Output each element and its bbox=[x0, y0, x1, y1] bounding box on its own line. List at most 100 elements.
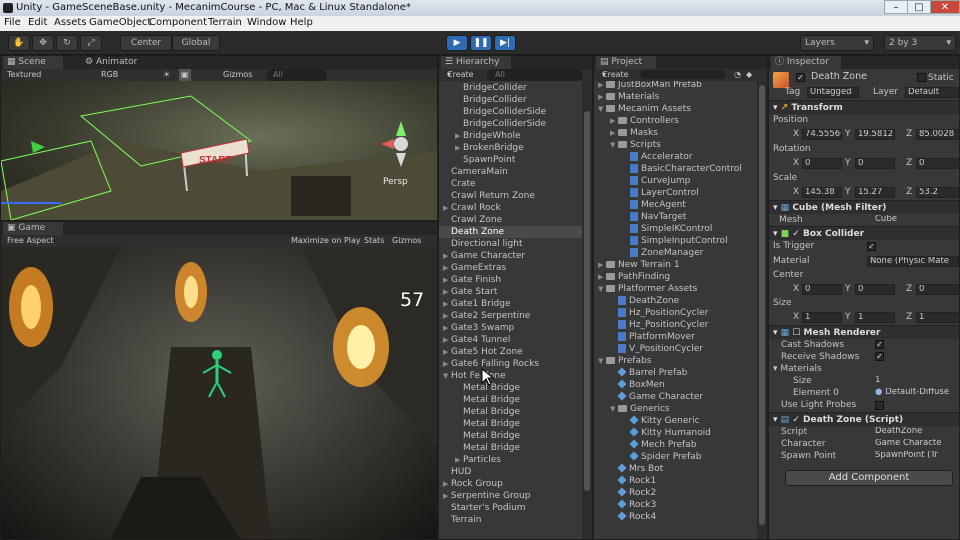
receive-shadows-checkbox[interactable]: ✓ bbox=[875, 352, 884, 361]
maximize-on-play-toggle[interactable]: Maximize on Play bbox=[291, 235, 361, 247]
project-item[interactable]: ▶ PathFinding bbox=[594, 271, 670, 283]
hierarchy-item[interactable]: Metal Bridge bbox=[439, 406, 582, 418]
scl-z-field[interactable]: 53.2 bbox=[916, 187, 959, 198]
scene-viewport[interactable]: START Persp bbox=[1, 81, 437, 220]
hierarchy-item[interactable]: ▶ Particles bbox=[439, 454, 582, 466]
is-trigger-checkbox[interactable]: ✓ bbox=[867, 242, 876, 251]
project-item[interactable]: LayerControl bbox=[594, 187, 699, 199]
pos-x-field[interactable]: 74.55566 bbox=[802, 129, 842, 140]
size-z-field[interactable]: 1 bbox=[916, 312, 959, 323]
menu-terrain[interactable]: Terrain bbox=[208, 17, 242, 28]
hierarchy-item[interactable]: ▶ Gate3 Swamp bbox=[439, 322, 582, 334]
hierarchy-item[interactable]: ▶ Gate Finish bbox=[439, 274, 582, 286]
hierarchy-item[interactable]: ▶ Gate5 Hot Zone bbox=[439, 346, 582, 358]
layer-dropdown[interactable]: Default bbox=[905, 87, 959, 98]
project-item[interactable]: Rock1 bbox=[594, 475, 656, 487]
expand-closed-icon[interactable]: ▶ bbox=[443, 322, 451, 334]
object-name-field[interactable]: Death Zone bbox=[809, 72, 913, 83]
tab-game[interactable]: ▣ Game bbox=[3, 222, 63, 235]
hierarchy-item[interactable]: Metal Bridge bbox=[439, 394, 582, 406]
hierarchy-item[interactable]: ▶ Rock Group bbox=[439, 478, 582, 490]
project-item[interactable]: Rock3 bbox=[594, 499, 656, 511]
layout-dropdown[interactable]: 2 by 3 ▾ bbox=[884, 35, 956, 51]
game-viewport[interactable]: 57 bbox=[1, 247, 437, 539]
menu-edit[interactable]: Edit bbox=[28, 17, 47, 28]
maximize-button[interactable]: □ bbox=[907, 0, 931, 14]
render-mode-dropdown[interactable]: RGB bbox=[101, 69, 118, 81]
project-item[interactable]: Rock2 bbox=[594, 487, 656, 499]
expand-closed-icon[interactable]: ▶ bbox=[598, 81, 606, 91]
script-field[interactable]: DeathZone bbox=[873, 427, 959, 438]
expand-closed-icon[interactable]: ▶ bbox=[443, 262, 451, 274]
expand-closed-icon[interactable]: ▶ bbox=[443, 274, 451, 286]
expand-closed-icon[interactable]: ▶ bbox=[455, 142, 463, 154]
scl-x-field[interactable]: 145.38 bbox=[802, 187, 842, 198]
menu-assets[interactable]: Assets bbox=[54, 17, 87, 28]
close-button[interactable]: ✕ bbox=[930, 0, 960, 14]
expand-closed-icon[interactable]: ▶ bbox=[598, 259, 606, 271]
hierarchy-item[interactable]: BridgeCollider bbox=[439, 82, 582, 94]
rot-x-field[interactable]: 0 bbox=[802, 158, 842, 169]
pause-button[interactable]: ❚❚ bbox=[470, 35, 492, 51]
project-item[interactable]: Hz_PositionCycler bbox=[594, 319, 708, 331]
hierarchy-item[interactable]: ▶ BridgeWhole bbox=[439, 130, 582, 142]
hierarchy-item[interactable]: BridgeCollider bbox=[439, 94, 582, 106]
death-zone-script-header[interactable]: ▾ ▤ ✓ Death Zone (Script) bbox=[769, 412, 959, 426]
menu-help[interactable]: Help bbox=[290, 17, 313, 28]
box-collider-header[interactable]: ▾ ■ ✓ Box Collider bbox=[769, 226, 959, 240]
spawn-point-field[interactable]: SpawnPoint (Tr bbox=[873, 451, 959, 462]
hierarchy-item[interactable]: Crate bbox=[439, 178, 582, 190]
project-item[interactable]: Kitty Humanoid bbox=[594, 427, 711, 439]
shading-mode-dropdown[interactable]: Textured bbox=[7, 69, 41, 81]
lighting-toggle-icon[interactable]: ☀ bbox=[163, 69, 170, 81]
project-item[interactable]: BasicCharacterControl bbox=[594, 163, 742, 175]
project-item[interactable]: Barrel Prefab bbox=[594, 367, 687, 379]
mesh-field[interactable]: Cube bbox=[873, 215, 959, 226]
expand-closed-icon[interactable]: ▶ bbox=[455, 454, 463, 466]
project-scroll-thumb[interactable] bbox=[759, 85, 765, 525]
hierarchy-item[interactable]: SpawnPoint bbox=[439, 154, 582, 166]
tab-scene[interactable]: ▦ Scene bbox=[3, 56, 63, 69]
project-item[interactable]: Mech Prefab bbox=[594, 439, 697, 451]
cast-shadows-checkbox[interactable]: ✓ bbox=[875, 340, 884, 349]
project-item[interactable]: Spider Prefab bbox=[594, 451, 701, 463]
scene-gizmos-dropdown[interactable]: Gizmos bbox=[223, 69, 252, 81]
project-create-dropdown[interactable]: Create ▾ bbox=[602, 69, 629, 81]
hierarchy-item[interactable]: ▶ GameExtras bbox=[439, 262, 582, 274]
tab-inspector[interactable]: ⓘ Inspector bbox=[771, 56, 841, 69]
tab-project[interactable]: ▤ Project bbox=[596, 56, 656, 69]
rot-y-field[interactable]: 0 bbox=[855, 158, 895, 169]
project-item[interactable]: Game Character bbox=[594, 391, 703, 403]
hierarchy-item[interactable]: Death Zone bbox=[439, 226, 582, 238]
project-item[interactable]: ZoneManager bbox=[594, 247, 703, 259]
step-button[interactable]: ▶| bbox=[494, 35, 516, 51]
layers-dropdown[interactable]: Layers ▾ bbox=[800, 35, 874, 51]
hierarchy-item[interactable]: ▶ Crawl Rock bbox=[439, 202, 582, 214]
mesh-renderer-header[interactable]: ▾ ▦ ☐ Mesh Renderer bbox=[769, 325, 959, 339]
menu-file[interactable]: File bbox=[4, 17, 21, 28]
expand-open-icon[interactable]: ▼ bbox=[598, 355, 606, 367]
game-gizmos-dropdown[interactable]: Gizmos bbox=[392, 235, 421, 247]
hierarchy-item[interactable]: ▶ Gate1 Bridge bbox=[439, 298, 582, 310]
pivot-global-button[interactable]: Global bbox=[172, 35, 220, 51]
expand-closed-icon[interactable]: ▶ bbox=[443, 310, 451, 322]
project-item[interactable]: ▼ Generics bbox=[594, 403, 670, 415]
gizmo-x-axis-icon[interactable] bbox=[381, 139, 394, 149]
filter-type-icon[interactable]: ◔ bbox=[734, 69, 741, 81]
project-item[interactable]: Hz_PositionCycler bbox=[594, 307, 708, 319]
materials-size-field[interactable]: 1 bbox=[873, 376, 959, 387]
project-scrollbar[interactable] bbox=[757, 81, 767, 539]
expand-open-icon[interactable]: ▼ bbox=[443, 370, 451, 382]
hierarchy-item[interactable]: ▶ Gate2 Serpentine bbox=[439, 310, 582, 322]
expand-closed-icon[interactable]: ▶ bbox=[598, 91, 606, 103]
expand-closed-icon[interactable]: ▶ bbox=[443, 286, 451, 298]
hierarchy-item[interactable]: Starter's Podium bbox=[439, 502, 582, 514]
element-0-field[interactable]: ● Default-Diffuse bbox=[873, 388, 959, 399]
size-y-field[interactable]: 1 bbox=[855, 312, 895, 323]
pos-z-field[interactable]: 85.0028 bbox=[916, 129, 959, 140]
project-item[interactable]: Rock4 bbox=[594, 511, 656, 523]
effects-toggle-icon[interactable]: ▣ bbox=[179, 69, 191, 81]
stats-toggle[interactable]: Stats bbox=[364, 235, 384, 247]
tab-animator[interactable]: ⚙ Animator bbox=[81, 56, 141, 69]
expand-open-icon[interactable]: ▼ bbox=[610, 139, 618, 151]
